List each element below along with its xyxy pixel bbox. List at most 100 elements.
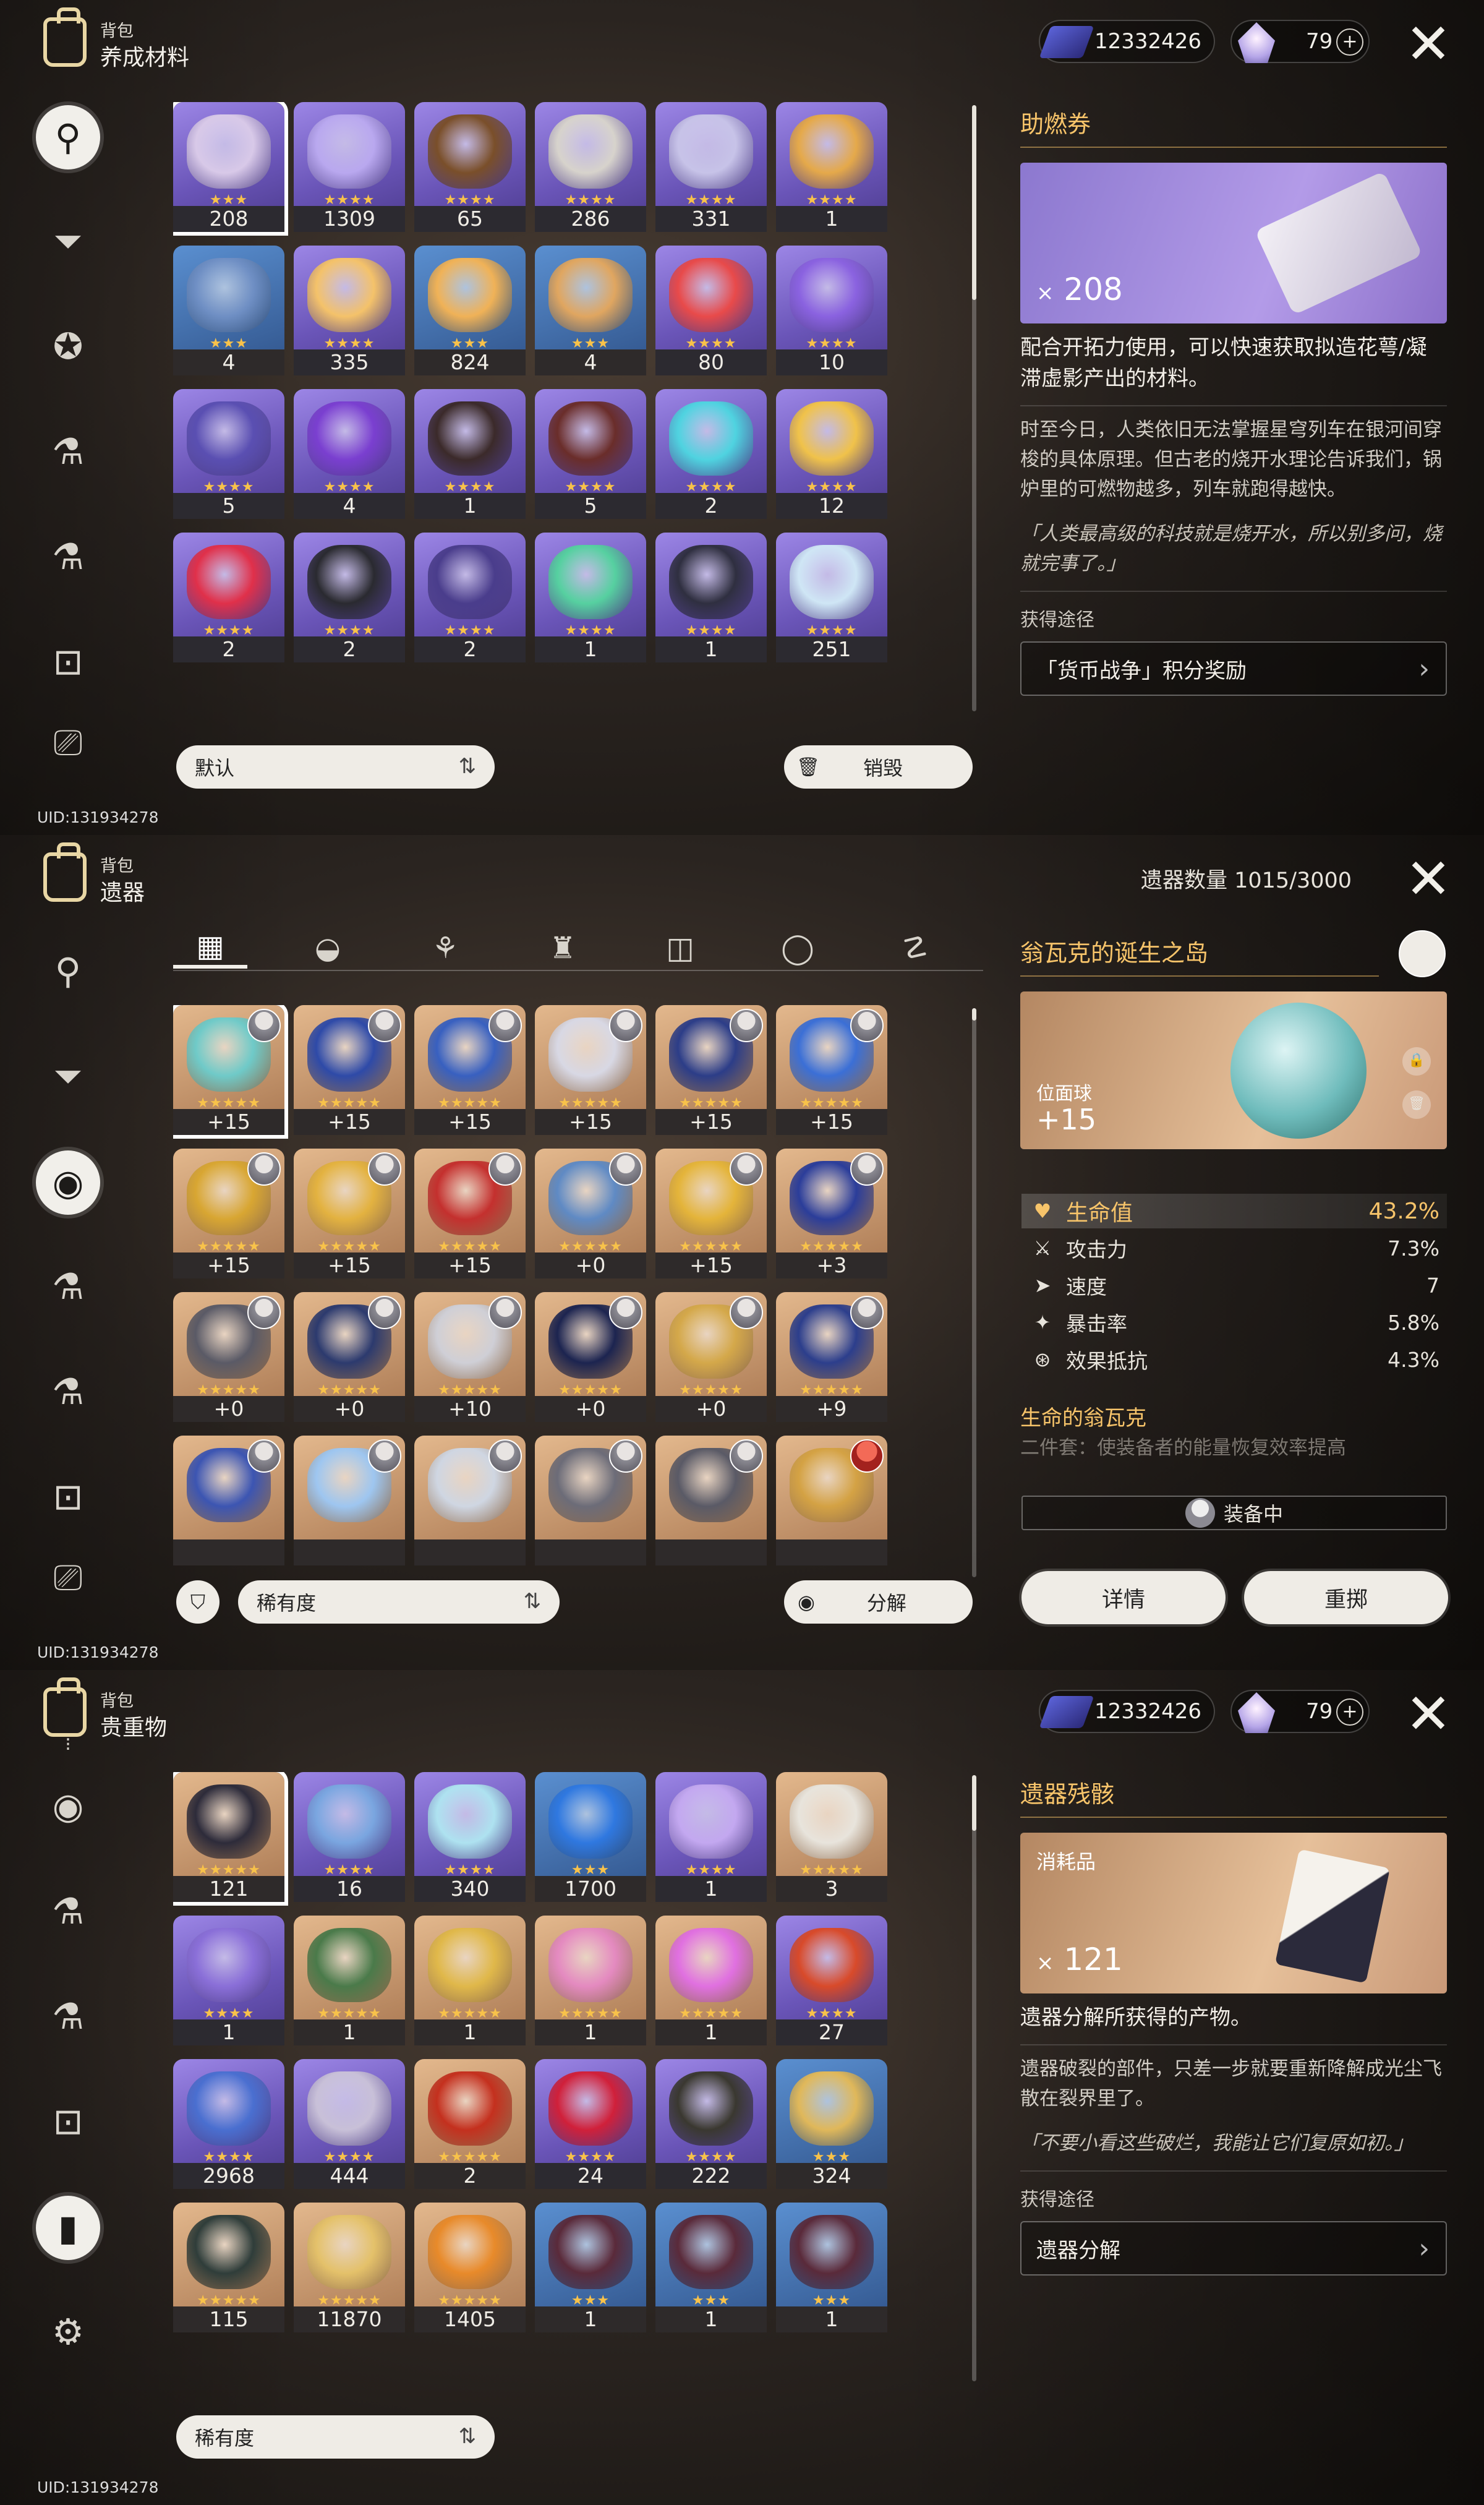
scrollbar[interactable] xyxy=(972,1008,976,1577)
valuable-item[interactable]: ★★★★★ 11870 xyxy=(294,2203,405,2332)
consumables-category-icon[interactable]: ⏷ xyxy=(37,1045,99,1107)
bell-category-icon[interactable]: ⚙ xyxy=(37,2301,99,2363)
valuable-item[interactable]: ★★★ 1 xyxy=(535,2203,646,2332)
material-item[interactable]: ★★★★ 10 xyxy=(776,246,887,375)
scrollbar[interactable] xyxy=(972,105,976,711)
relics-category-icon[interactable]: ◉ xyxy=(36,1150,100,1215)
close-icon[interactable]: ✕ xyxy=(1404,1687,1453,1742)
relic-item[interactable] xyxy=(535,1436,646,1565)
relic-item[interactable]: ★★★★★ +0 xyxy=(535,1292,646,1422)
source-link[interactable]: 「货币战争」积分奖励 xyxy=(1020,641,1447,696)
details-button[interactable]: 详情 xyxy=(1021,1571,1226,1624)
source-link[interactable]: 遗器分解 xyxy=(1020,2221,1447,2276)
tab-rope[interactable]: ☡ xyxy=(878,928,952,969)
lightcone-category-icon[interactable]: ⚗ xyxy=(37,1256,99,1317)
mission-category-icon[interactable]: ⊡ xyxy=(37,631,99,693)
valuable-item[interactable]: ★★★ 324 xyxy=(776,2059,887,2189)
destroy-button[interactable]: 🗑 销毁 xyxy=(784,745,973,789)
relic-item[interactable]: ★★★★★ +0 xyxy=(294,1292,405,1422)
discard-icon[interactable]: 🗑 xyxy=(1402,1090,1431,1119)
relic-item[interactable] xyxy=(414,1436,526,1565)
relic-item[interactable]: ★★★★★ +0 xyxy=(535,1149,646,1278)
material-item[interactable]: ★★★★ 251 xyxy=(776,533,887,662)
sort-dropdown[interactable]: 稀有度 ⇅ xyxy=(238,1580,560,1624)
relic-item[interactable] xyxy=(776,1436,887,1565)
valuable-item[interactable]: ★★★★ 24 xyxy=(535,2059,646,2189)
relic-item[interactable]: ★★★★★ +15 xyxy=(294,1149,405,1278)
valuable-item[interactable]: ★★★ 1 xyxy=(776,2203,887,2332)
relic-item[interactable]: ★★★★★ +15 xyxy=(535,1005,646,1135)
material-item[interactable]: ★★★★ 1 xyxy=(655,533,767,662)
material-item[interactable]: ★★★★ 1309 xyxy=(294,102,405,232)
flask-category-icon[interactable]: ⚗ xyxy=(37,1361,99,1423)
salvage-button[interactable]: ◉ 分解 xyxy=(784,1580,973,1624)
relic-item[interactable]: ★★★★★ +15 xyxy=(776,1005,887,1135)
valuable-item[interactable]: ★★★ 1700 xyxy=(535,1772,646,1902)
valuable-item[interactable]: ★★★★ 27 xyxy=(776,1916,887,2045)
mission-category-icon[interactable]: ⊡ xyxy=(37,1466,99,1528)
material-item[interactable]: ★★★★ 4 xyxy=(294,389,405,519)
lightcone-category-icon[interactable]: ⚗ xyxy=(37,421,99,482)
flask-category-icon[interactable]: ⚗ xyxy=(37,526,99,588)
character-avatar[interactable] xyxy=(1399,930,1446,977)
material-item[interactable]: ★★★ 824 xyxy=(414,246,526,375)
tab-head[interactable]: ◒ xyxy=(291,928,365,969)
more-category-icon[interactable]: ⎚ xyxy=(37,721,99,763)
valuable-item[interactable]: ★★★★★ 1 xyxy=(535,1916,646,2045)
relic-item[interactable] xyxy=(655,1436,767,1565)
relic-item[interactable]: ★★★★★ +0 xyxy=(173,1292,284,1422)
tab-body[interactable]: ♜ xyxy=(526,928,600,969)
sort-order-icon[interactable]: ⇅ xyxy=(524,1589,542,1614)
material-item[interactable]: ★★★★ 80 xyxy=(655,246,767,375)
tab-feet[interactable]: ◫ xyxy=(643,928,717,969)
relics-category-icon[interactable]: ◉ xyxy=(37,1775,99,1837)
material-item[interactable]: ★★★★ 331 xyxy=(655,102,767,232)
valuable-item[interactable]: ★★★★★ 2 xyxy=(414,2059,526,2189)
reroll-button[interactable]: 重掷 xyxy=(1244,1571,1448,1624)
material-item[interactable]: ★★★★ 1 xyxy=(776,102,887,232)
valuable-item[interactable]: ★★★ 1 xyxy=(655,2203,767,2332)
equipped-bar[interactable]: 装备中 xyxy=(1021,1496,1447,1530)
valuable-item[interactable]: ★★★★ 222 xyxy=(655,2059,767,2189)
relic-item[interactable]: ★★★★★ +15 xyxy=(655,1149,767,1278)
relic-item[interactable]: ★★★★★ +0 xyxy=(655,1292,767,1422)
materials-category-icon[interactable]: ⚲ xyxy=(37,940,99,1002)
add-button[interactable]: + xyxy=(1336,1698,1363,1726)
mission-category-icon[interactable]: ⊡ xyxy=(37,2091,99,2152)
lightcone-category-icon[interactable]: ⚗ xyxy=(37,1880,99,1942)
relic-item[interactable] xyxy=(173,1436,284,1565)
relic-item[interactable]: ★★★★★ +15 xyxy=(173,1005,288,1139)
material-item[interactable]: ★★★★ 2 xyxy=(414,533,526,662)
valuable-item[interactable]: ★★★★ 1 xyxy=(655,1772,767,1902)
close-icon[interactable]: ✕ xyxy=(1404,17,1453,72)
tab-hands[interactable]: ⚘ xyxy=(408,928,482,969)
relic-item[interactable]: ★★★★★ +15 xyxy=(414,1005,526,1135)
sort-dropdown[interactable]: 稀有度 ⇅ xyxy=(176,2415,495,2459)
material-item[interactable]: ★★★★ 65 xyxy=(414,102,526,232)
lock-icon[interactable]: 🔒 xyxy=(1402,1047,1431,1076)
valuables-category-icon[interactable]: ▮ xyxy=(36,2196,100,2260)
material-item[interactable]: ★★★★ 1 xyxy=(535,533,646,662)
relic-item[interactable]: ★★★★★ +3 xyxy=(776,1149,887,1278)
material-item[interactable]: ★★★ 4 xyxy=(535,246,646,375)
material-item[interactable]: ★★★★ 286 xyxy=(535,102,646,232)
sort-dropdown[interactable]: 默认 ⇅ xyxy=(176,745,495,789)
close-icon[interactable]: ✕ xyxy=(1404,852,1453,907)
material-item[interactable]: ★★★★ 2 xyxy=(294,533,405,662)
more-category-icon[interactable]: ⎚ xyxy=(37,1556,99,1598)
valuable-item[interactable]: ★★★★★ 1 xyxy=(414,1916,526,2045)
relic-item[interactable]: ★★★★★ +9 xyxy=(776,1292,887,1422)
valuable-item[interactable]: ★★★★ 340 xyxy=(414,1772,526,1902)
relic-item[interactable]: ★★★★★ +10 xyxy=(414,1292,526,1422)
sort-order-icon[interactable]: ⇅ xyxy=(459,754,477,779)
valuable-item[interactable]: ★★★★★ 1 xyxy=(655,1916,767,2045)
material-item[interactable]: ★★★★ 12 xyxy=(776,389,887,519)
material-item[interactable]: ★★★ 208 xyxy=(173,102,288,236)
relic-item[interactable] xyxy=(294,1436,405,1565)
relics-category-icon[interactable]: ✪ xyxy=(37,315,99,377)
material-item[interactable]: ★★★★ 2 xyxy=(655,389,767,519)
scrollbar[interactable] xyxy=(972,1775,976,2381)
material-item[interactable]: ★★★★ 5 xyxy=(173,389,284,519)
material-item[interactable]: ★★★ 4 xyxy=(173,246,284,375)
relic-item[interactable]: ★★★★★ +15 xyxy=(414,1149,526,1278)
